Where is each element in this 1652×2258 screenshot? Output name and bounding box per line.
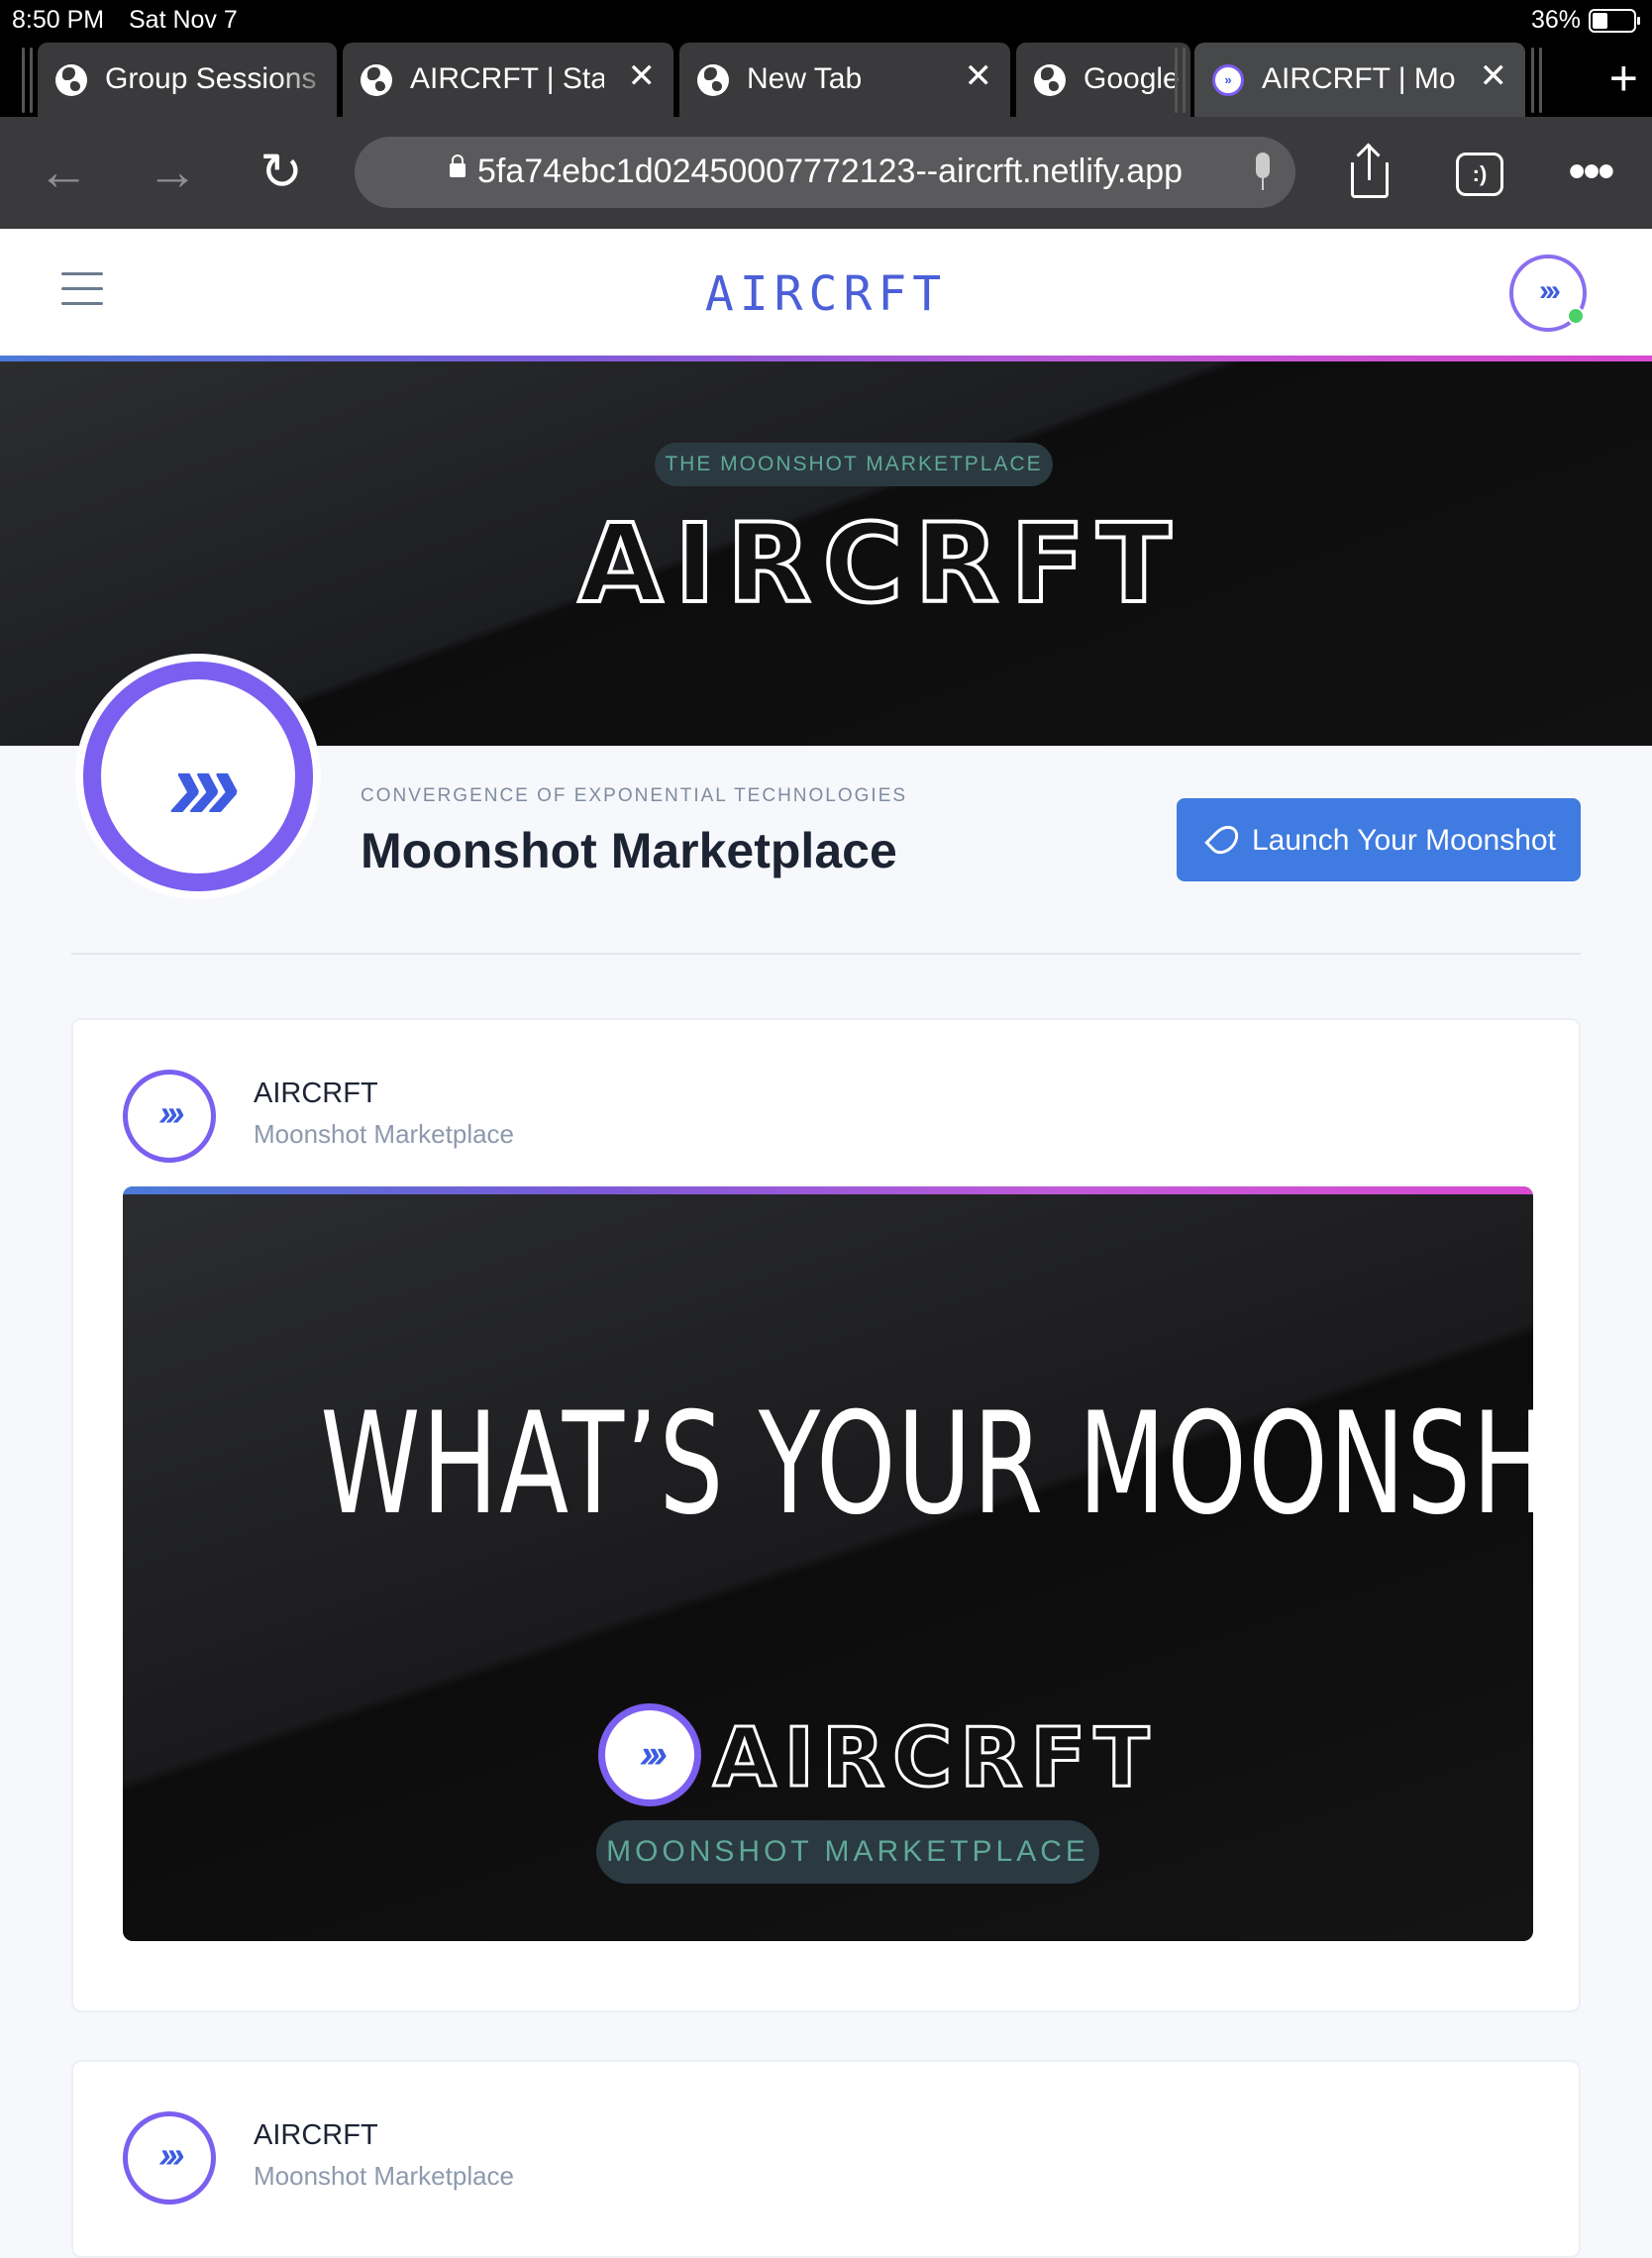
profile-avatar: ››› [75,654,321,899]
profile-kicker: CONVERGENCE OF EXPONENTIAL TECHNOLOGIES [361,785,908,806]
tab-group-sessions[interactable]: Group Sessions [38,43,337,117]
aircrft-chevrons-icon: ››› [158,1092,185,1133]
address-bar[interactable]: 5fa74ebc1d02450007772123--aircrft.netlif… [355,137,1295,208]
tab-fade [277,43,337,117]
tab-strip: Group Sessions AIRCRFT | Start ✕ New Tab… [0,40,1652,117]
browser-toolbar: ← → ↻ 5fa74ebc1d02450007772123--aircrft.… [0,117,1652,229]
more-menu-button[interactable]: ••• [1561,145,1620,200]
url-text: 5fa74ebc1d02450007772123--aircrft.netlif… [477,153,1184,190]
battery-percentage: 36% [1530,6,1581,34]
post-card: ››› AIRCRFT Moonshot Marketplace [71,2060,1581,2258]
media-gradient-line [123,1186,1533,1194]
aircrft-chevrons-icon: ››› [158,2134,185,2175]
tab-stack-edge [1183,48,1186,113]
status-date: Sat Nov 7 [129,6,238,34]
post-avatar[interactable]: ››› [123,2111,216,2205]
post-avatar[interactable]: ››› [123,1070,216,1163]
aircrft-chevrons-icon: ››› [1539,274,1561,307]
hamburger-menu-icon[interactable] [61,272,103,306]
battery-icon [1589,9,1640,33]
hero-pill: THE MOONSHOT MARKETPLACE [655,443,1053,486]
post-subtitle: Moonshot Marketplace [254,2161,515,2191]
media-headline: WHAT’S YOUR MOONSHOT? [320,1383,1533,1546]
back-button[interactable]: ← [34,145,93,200]
aircrft-chevrons-icon: ››› [640,1732,668,1776]
hamburger-line [61,272,103,275]
lock-icon [450,154,465,177]
tab-title: New Tab [747,62,863,95]
tab-new-tab[interactable]: New Tab ✕ [679,43,1010,117]
tab-stack-edge [22,48,25,113]
post-author[interactable]: AIRCRFT [254,2119,378,2152]
tabs-overview-button[interactable]: :) [1450,145,1509,200]
online-status-dot [1567,307,1585,325]
aircrft-favicon-icon: » [1212,64,1244,96]
tab-google[interactable]: Google [1016,43,1190,117]
post-media-image[interactable]: WHAT’S YOUR MOONSHOT? ››› AIRCRFT MOONSH… [123,1186,1533,1941]
tab-stack-edge [1539,48,1542,113]
tabs-count-badge: :) [1456,153,1503,196]
tab-title: AIRCRFT | Start [410,62,604,95]
new-tab-button[interactable]: + [1609,53,1638,103]
tab-stack-edge [30,48,33,113]
launch-moonshot-button[interactable]: Launch Your Moonshot [1177,798,1581,881]
profile-title: Moonshot Marketplace [361,823,897,878]
post-author[interactable]: AIRCRFT [254,1078,378,1110]
globe-icon [361,64,392,96]
post-card: ››› AIRCRFT Moonshot Marketplace WHAT’S … [71,1018,1581,2012]
tab-aircrft-moonshot[interactable]: » AIRCRFT | Moon ✕ [1194,43,1525,117]
feather-icon [1202,822,1236,856]
hamburger-line [61,287,103,290]
reload-button[interactable]: ↻ [252,145,311,200]
share-button[interactable] [1339,145,1398,200]
media-wordmark: AIRCRFT [712,1710,1158,1807]
globe-icon [1034,64,1066,96]
launch-label: Launch Your Moonshot [1252,824,1556,857]
avatar-ring: ››› [83,662,313,891]
divider [71,953,1581,955]
tab-stack-edge [1531,48,1534,113]
tab-title: Google [1084,62,1179,95]
status-bar: 8:50 PM Sat Nov 7 36% [0,0,1652,40]
status-time: 8:50 PM [12,6,105,34]
tab-aircrft-start[interactable]: AIRCRFT | Start ✕ [343,43,673,117]
tab-title: AIRCRFT | Moon [1262,62,1456,95]
header-logo[interactable]: AIRCRFT [693,266,959,322]
tab-stack-edge [1175,48,1178,113]
globe-icon [55,64,87,96]
close-tab-icon[interactable]: ✕ [628,56,657,96]
hero-wordmark: AIRCRFT [576,498,1184,629]
aircrft-chevrons-icon: ››› [169,730,241,841]
post-subtitle: Moonshot Marketplace [254,1119,515,1149]
forward-button[interactable]: → [143,145,202,200]
microphone-icon[interactable] [1252,153,1274,192]
close-tab-icon[interactable]: ✕ [965,56,993,96]
globe-icon [697,64,729,96]
media-pill: MOONSHOT MARKETPLACE [596,1820,1099,1884]
close-tab-icon[interactable]: ✕ [1480,56,1508,96]
app-header: AIRCRFT ››› [0,229,1652,356]
hamburger-line [61,302,103,305]
media-logo-mark: ››› [598,1703,701,1806]
share-arrow [1368,145,1372,180]
